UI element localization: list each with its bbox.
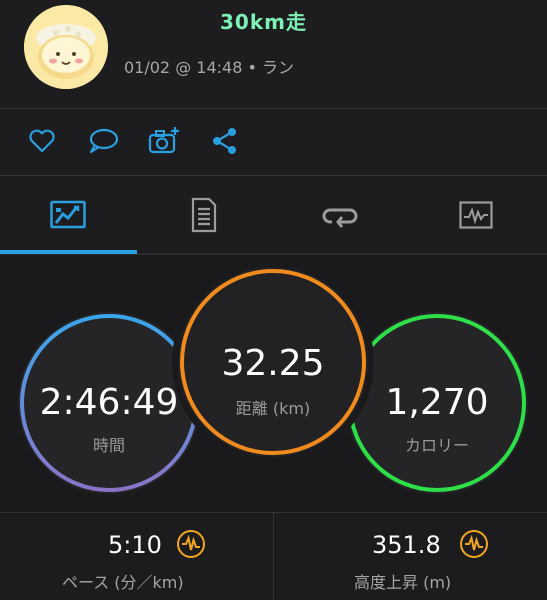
time-value: 2:46:49: [39, 382, 179, 423]
tab-overview[interactable]: [0, 176, 136, 254]
summary-stats: 2:46:49 時間 1,270 カロリー 32.25 距離 (km): [0, 255, 547, 513]
share-icon: [213, 128, 236, 154]
active-tab-indicator: [0, 250, 137, 254]
overview-icon: [50, 200, 86, 229]
comment-button[interactable]: [86, 124, 120, 158]
elevation-value: 351.8: [372, 531, 441, 559]
avatar-image: [24, 5, 108, 89]
camera-plus-icon: [148, 127, 179, 154]
pace-metric: 5:10 ペース (分／km): [0, 513, 273, 600]
activity-wave-icon: [460, 530, 488, 558]
heart-icon: [29, 129, 55, 153]
speech-bubble-icon: [89, 128, 119, 154]
chart-icon: [459, 201, 493, 229]
add-photo-button[interactable]: [147, 124, 181, 158]
distance-value: 32.25: [221, 343, 325, 384]
elevation-metric: 351.8 高度上昇 (m): [274, 513, 547, 600]
activity-title: 30km走: [220, 10, 307, 34]
laps-icon: [322, 208, 358, 228]
pace-value: 5:10: [108, 531, 162, 559]
calories-label: カロリー: [404, 436, 469, 455]
document-icon: [191, 197, 217, 233]
share-button[interactable]: [208, 124, 242, 158]
tab-charts[interactable]: [408, 176, 544, 254]
metrics-row: 5:10 ペース (分／km) 351.8 高度上昇 (m): [0, 513, 547, 600]
action-bar: [0, 109, 547, 175]
activity-header: 30km走 01/02 @ 14:48 • ラン: [0, 0, 547, 108]
distance-stat: 32.25 距離 (km): [178, 267, 368, 457]
time-stat: 2:46:49 時間: [18, 312, 200, 494]
activity-meta: 01/02 @ 14:48 • ラン: [124, 58, 295, 77]
tab-bar: [0, 176, 547, 254]
tab-details[interactable]: [136, 176, 272, 254]
calories-value: 1,270: [385, 382, 489, 423]
time-label: 時間: [92, 436, 125, 455]
activity-wave-icon: [177, 530, 205, 558]
distance-label: 距離 (km): [235, 399, 311, 418]
like-button[interactable]: [25, 124, 59, 158]
avatar[interactable]: [24, 5, 108, 89]
elevation-label: 高度上昇 (m): [354, 573, 452, 592]
calories-stat: 1,270 カロリー: [346, 312, 528, 494]
tab-laps[interactable]: [272, 176, 408, 254]
pace-label: ペース (分／km): [62, 573, 184, 592]
